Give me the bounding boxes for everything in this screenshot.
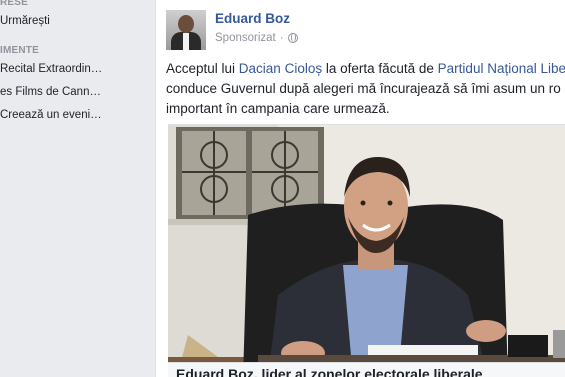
post-photo[interactable]	[168, 124, 565, 377]
post-text-line-3: important în campania care urmează.	[166, 101, 390, 116]
mention-link-pnl[interactable]: Partidul Național Liber	[438, 61, 565, 76]
sponsored-post-card: Eduard Boz Sponsorizat · Acceptul lui Da…	[155, 0, 565, 377]
sidebar-item-event-recital[interactable]: Recital Extraordin…	[0, 63, 110, 75]
meta-separator: ·	[279, 32, 284, 44]
mention-link-dacian-ciolos[interactable]: Dacian Cioloș	[239, 61, 322, 76]
post-author-name[interactable]: Eduard Boz	[215, 11, 290, 26]
sidebar-section-header-interests: RESE	[0, 0, 29, 8]
sidebar-item-event-films[interactable]: es Films de Cann…	[0, 86, 110, 98]
sidebar-item-create-event[interactable]: Creează un eveni…	[0, 109, 110, 121]
sidebar-section-header-events: IMENTE	[0, 45, 39, 56]
post-text-line-2: conduce Guvernul după alegeri mă încuraj…	[166, 81, 561, 96]
post-text: Acceptul lui Dacian Cioloș la oferta făc…	[166, 59, 565, 119]
photo-caption[interactable]: Eduard Boz, lider al zonelor electorale …	[168, 362, 565, 377]
sponsored-label[interactable]: Sponsorizat	[215, 32, 276, 44]
globe-icon	[287, 33, 298, 43]
left-sidebar: RESE Urmărești IMENTE Recital Extraordin…	[0, 0, 150, 377]
post-photo-illustration	[168, 125, 565, 377]
author-avatar[interactable]	[166, 10, 206, 50]
post-meta: Sponsorizat ·	[215, 32, 298, 44]
post-text-line-1: Acceptul lui Dacian Cioloș la oferta făc…	[166, 59, 565, 79]
sidebar-item-following[interactable]: Urmărești	[0, 15, 110, 27]
